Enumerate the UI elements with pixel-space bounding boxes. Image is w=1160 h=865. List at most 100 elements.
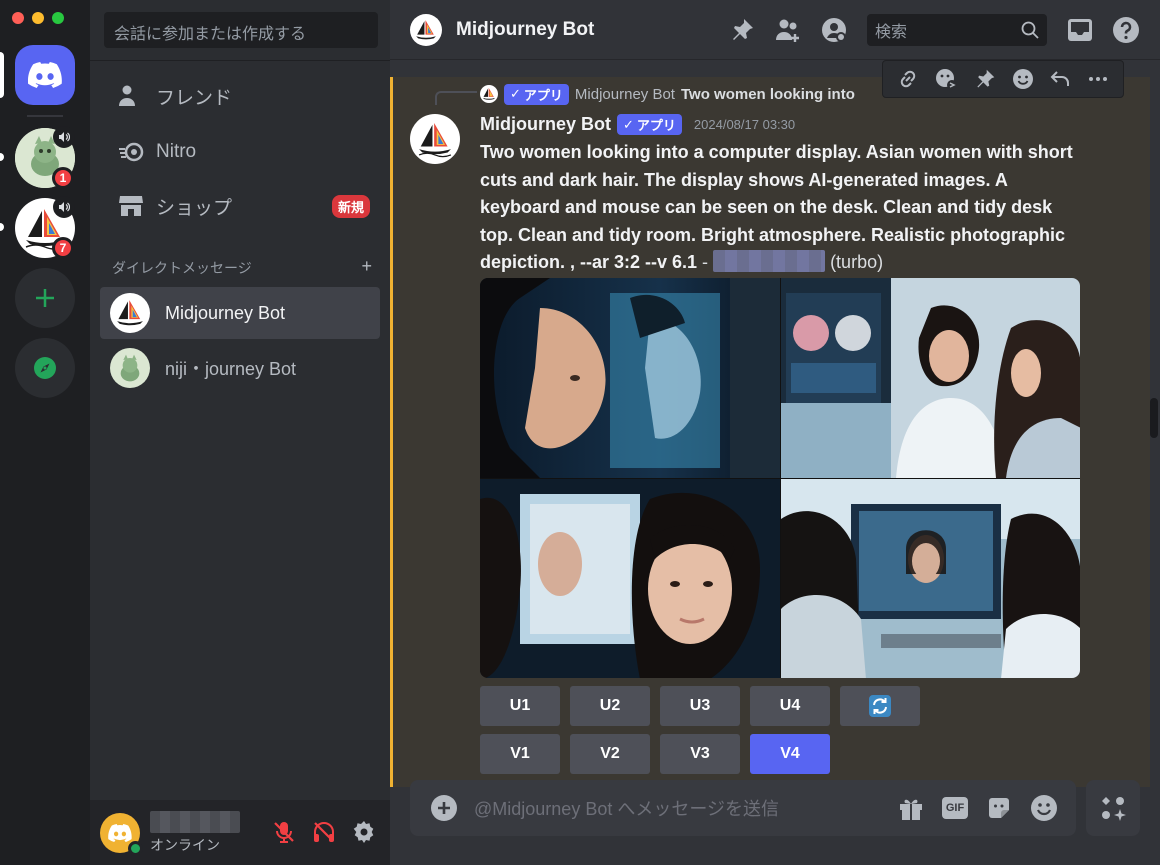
generated-image-2[interactable] — [781, 278, 1080, 478]
username-redacted — [150, 810, 240, 833]
sticker-icon[interactable] — [986, 795, 1012, 821]
user-info[interactable]: オンライン — [150, 810, 240, 855]
shop-icon — [118, 194, 156, 218]
v4-button[interactable]: V4 — [750, 734, 830, 774]
reply-avatar — [480, 85, 498, 103]
scrollbar-thumb[interactable] — [1150, 398, 1158, 438]
dm-section-header: ダイレクトメッセージ + — [112, 257, 372, 278]
upscale-button-row: U1 U2 U3 U4 — [480, 686, 920, 726]
message-content: Two women looking into a computer displa… — [480, 139, 1080, 277]
home-button[interactable] — [15, 45, 75, 105]
dm-item-niji[interactable]: niji・journey Bot — [100, 342, 380, 394]
new-badge: 新規 — [331, 194, 370, 218]
minimize-window-button[interactable] — [32, 12, 44, 24]
reply-connector — [435, 91, 477, 105]
zoom-window-button[interactable] — [52, 12, 64, 24]
app-tag-label: アプリ — [636, 118, 676, 133]
user-avatar[interactable] — [100, 812, 143, 856]
online-status-dot — [128, 840, 143, 856]
server-mention-badge: 1 — [52, 167, 74, 189]
header-avatar — [410, 13, 442, 46]
message-timestamp: 2024/08/17 03:30 — [693, 117, 796, 132]
u1-button[interactable]: U1 — [480, 686, 560, 726]
pinned-messages-icon[interactable] — [728, 16, 756, 44]
friends-icon — [118, 84, 156, 108]
settings-gear-icon[interactable] — [352, 820, 376, 844]
v2-button[interactable]: V2 — [570, 734, 650, 774]
reply-icon[interactable] — [1049, 68, 1071, 90]
nav-nitro[interactable]: Nitro — [100, 127, 380, 177]
link-icon[interactable] — [897, 68, 919, 90]
generated-image-4[interactable] — [781, 479, 1080, 678]
u3-button[interactable]: U3 — [660, 686, 740, 726]
search-icon — [1021, 21, 1039, 39]
nitro-icon — [118, 141, 156, 163]
message-avatar[interactable] — [410, 114, 460, 164]
message-input[interactable]: @Midjourney Bot へメッセージを送信 — [474, 795, 898, 821]
add-friends-to-dm-icon[interactable] — [774, 16, 802, 44]
speaker-icon — [53, 196, 75, 218]
speaker-icon — [53, 126, 75, 148]
u4-button[interactable]: U4 — [750, 686, 830, 726]
window-controls — [12, 12, 64, 24]
more-options-icon[interactable] — [1087, 68, 1109, 90]
header-search-input[interactable]: 検索 — [867, 14, 1047, 46]
header-toolbar: 検索 — [719, 0, 1160, 60]
headphones-muted-icon[interactable] — [312, 820, 336, 844]
gift-icon[interactable] — [898, 795, 924, 821]
dm-sidebar: 会話に参加または作成する フレンド Nitro ショップ 新規 ダイレクトメッセ… — [90, 0, 390, 865]
discover-button[interactable] — [15, 338, 75, 398]
user-controls — [272, 820, 376, 844]
user-profile-icon[interactable] — [820, 16, 848, 44]
avatar — [110, 293, 150, 333]
avatar — [110, 348, 150, 388]
nav-friends[interactable]: フレンド — [100, 71, 380, 121]
inbox-icon[interactable] — [1066, 16, 1094, 44]
server-separator — [27, 115, 63, 117]
dm-header-label: ダイレクトメッセージ — [112, 260, 252, 276]
reroll-button[interactable] — [840, 686, 920, 726]
generated-image-1[interactable] — [480, 278, 780, 478]
emoji-picker-icon[interactable] — [1030, 794, 1058, 822]
message-composer: @Midjourney Bot へメッセージを送信 GIF — [410, 780, 1076, 836]
unread-indicator — [0, 223, 4, 231]
mic-muted-icon[interactable] — [272, 820, 296, 844]
u2-button[interactable]: U2 — [570, 686, 650, 726]
emoji-icon[interactable] — [1012, 68, 1034, 90]
add-attachment-icon[interactable] — [430, 794, 458, 822]
apps-icon — [1102, 797, 1126, 821]
app-tag: ✓ アプリ — [617, 114, 682, 135]
message-actions-toolbar — [882, 60, 1124, 98]
app-tag-label: アプリ — [523, 87, 563, 103]
dm-item-midjourney[interactable]: Midjourney Bot — [100, 287, 380, 339]
server-mention-badge: 7 — [52, 237, 74, 259]
create-dm-button[interactable]: + — [361, 257, 372, 278]
nav-shop-label: ショップ — [156, 197, 233, 219]
v3-button[interactable]: V3 — [660, 734, 740, 774]
user-status: オンライン — [150, 836, 220, 853]
channel-header: Midjourney Bot 検索 — [390, 0, 1160, 60]
app-launcher-button[interactable] — [1086, 780, 1140, 836]
nav-shop[interactable]: ショップ 新規 — [100, 181, 380, 231]
pin-icon[interactable] — [974, 68, 996, 90]
dm-name: niji・journey Bot — [165, 359, 297, 379]
add-server-button[interactable] — [15, 268, 75, 328]
unread-indicator — [0, 153, 4, 161]
variation-button-row: V1 V2 V3 V4 — [480, 734, 830, 774]
reply-author: Midjourney Bot — [574, 85, 675, 103]
v1-button[interactable]: V1 — [480, 734, 560, 774]
nav-friends-label: フレンド — [156, 87, 233, 109]
message-author[interactable]: Midjourney Bot — [480, 114, 611, 135]
dm-name: Midjourney Bot — [165, 302, 286, 323]
help-icon[interactable] — [1112, 16, 1140, 44]
conversation-search[interactable]: 会話に参加または作成する — [104, 12, 378, 48]
reply-preview[interactable]: ✓ アプリ Midjourney Bot Two women looking in… — [480, 83, 855, 105]
generated-image-3[interactable] — [480, 479, 780, 678]
channel-title: Midjourney Bot — [456, 18, 595, 40]
generated-image-grid[interactable] — [480, 278, 1080, 678]
dash-separator: - — [697, 252, 714, 272]
search-placeholder: 検索 — [875, 24, 908, 41]
gif-button[interactable]: GIF — [942, 797, 968, 819]
close-window-button[interactable] — [12, 12, 24, 24]
add-reaction-icon[interactable] — [934, 67, 958, 91]
